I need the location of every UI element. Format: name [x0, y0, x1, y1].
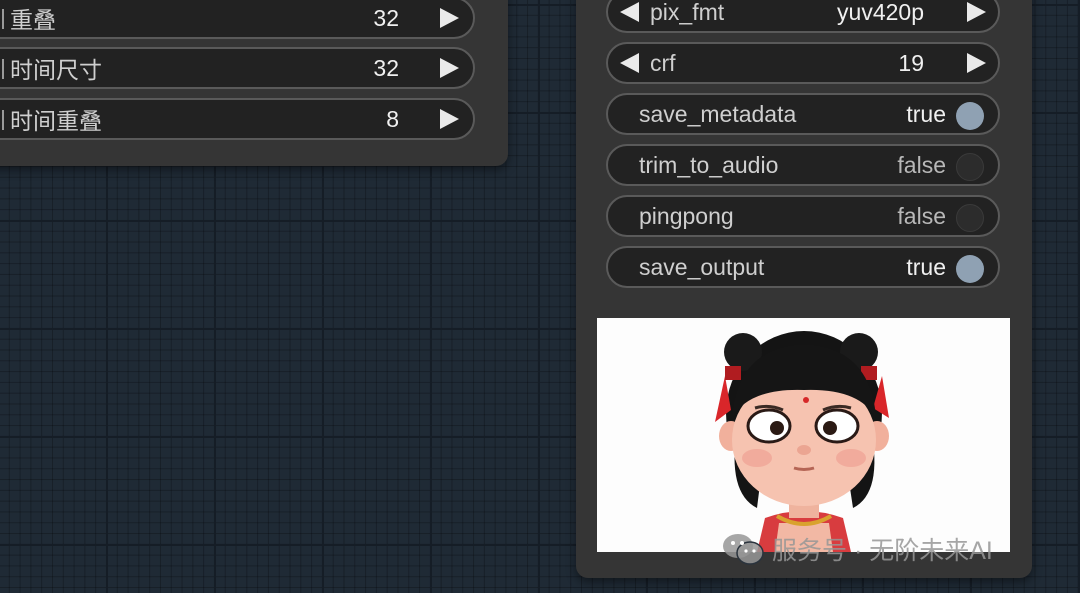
widget-label: 时间尺寸	[10, 57, 102, 83]
toggle-value: false	[897, 202, 946, 229]
widget-value: 19	[898, 49, 924, 76]
widget-temporal-overlap[interactable]: 时间重叠 8	[0, 98, 475, 140]
widget-label: 时间重叠	[10, 108, 102, 134]
widget-edge-mark	[2, 110, 4, 130]
toggle-knob-icon[interactable]	[956, 153, 984, 181]
widget-crf[interactable]: crf 19	[606, 42, 1000, 84]
widget-label: crf	[650, 49, 676, 76]
widget-value: yuv420p	[837, 0, 924, 25]
toggle-label: save_metadata	[639, 100, 797, 127]
widget-value: 32	[373, 4, 399, 31]
widget-edge-mark	[2, 59, 4, 79]
toggle-knob-icon[interactable]	[956, 102, 984, 130]
widget-temporal-size[interactable]: 时间尺寸 32	[0, 47, 475, 89]
increment-arrow-icon[interactable]	[440, 58, 459, 78]
decrement-arrow-icon[interactable]	[620, 2, 639, 22]
toggle-knob-icon[interactable]	[956, 204, 984, 232]
cartoon-girl-image	[715, 331, 889, 552]
toggle-trim-to-audio[interactable]: trim_to_audio false	[606, 144, 1000, 186]
toggle-knob-icon[interactable]	[956, 255, 984, 283]
toggle-save-metadata[interactable]: save_metadata true	[606, 93, 1000, 135]
toggle-pingpong[interactable]: pingpong false	[606, 195, 1000, 237]
widget-label: pix_fmt	[650, 0, 725, 25]
toggle-label: save_output	[639, 253, 765, 280]
toggle-value: false	[897, 151, 946, 178]
widget-pix-fmt[interactable]: pix_fmt yuv420p	[606, 0, 1000, 33]
watermark-text: 服务号 · 无阶未来AI	[772, 537, 993, 565]
widget-value: 8	[386, 105, 399, 132]
watermark: 服务号 · 无阶未来AI	[722, 531, 993, 567]
video-preview	[597, 318, 1010, 552]
increment-arrow-icon[interactable]	[440, 8, 459, 28]
widget-overlap[interactable]: 重叠 32	[0, 0, 475, 39]
decrement-arrow-icon[interactable]	[620, 53, 639, 73]
toggle-label: trim_to_audio	[639, 151, 779, 178]
toggle-value: true	[906, 100, 946, 127]
toggle-value: true	[906, 253, 946, 280]
widget-edge-mark	[2, 9, 4, 29]
toggle-save-output[interactable]: save_output true	[606, 246, 1000, 288]
increment-arrow-icon[interactable]	[967, 53, 986, 73]
widget-label: 重叠	[10, 7, 56, 33]
increment-arrow-icon[interactable]	[440, 109, 459, 129]
wechat-icon	[723, 534, 764, 565]
toggle-label: pingpong	[639, 202, 734, 229]
widget-value: 32	[373, 54, 399, 81]
increment-arrow-icon[interactable]	[967, 2, 986, 22]
